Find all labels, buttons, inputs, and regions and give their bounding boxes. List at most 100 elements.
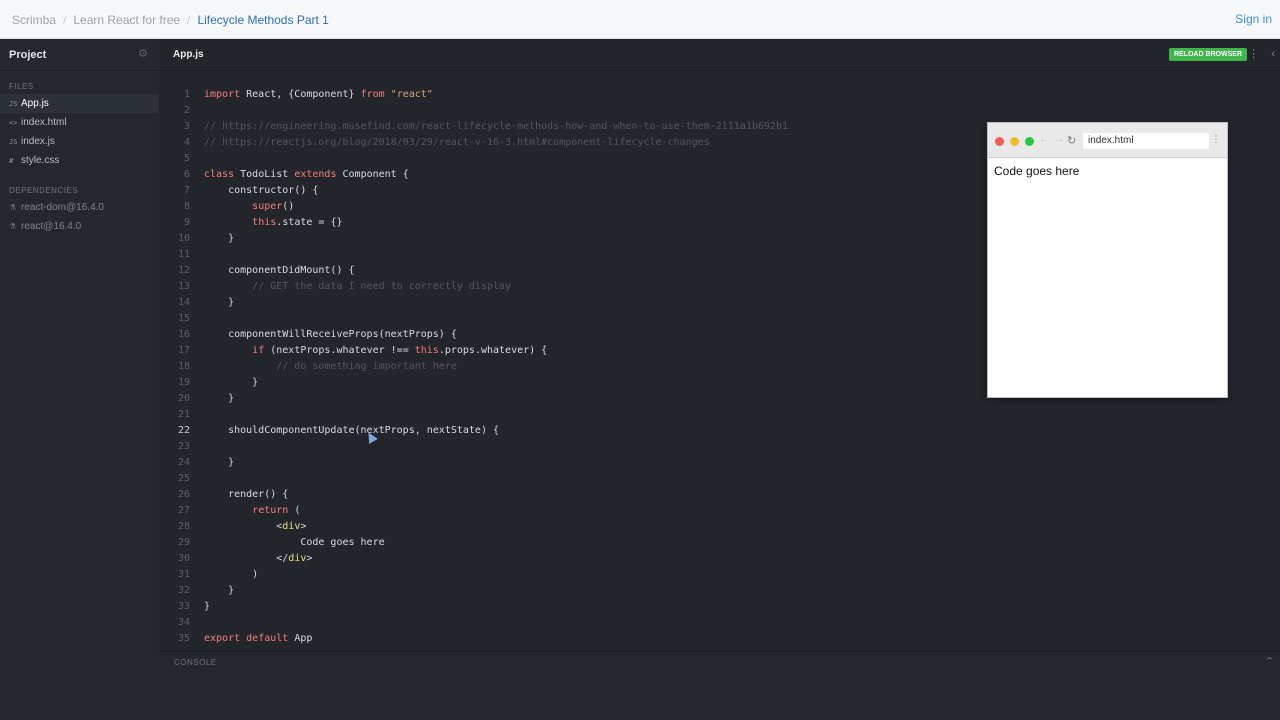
line-number: 22 bbox=[177, 425, 190, 436]
line-content: // https://reactjs.org/blog/2018/03/29/r… bbox=[204, 135, 710, 151]
code-token: > bbox=[306, 553, 313, 564]
code-token: } bbox=[204, 585, 235, 596]
code-line[interactable]: 22 shouldComponentUpdate(nextProps, next… bbox=[159, 423, 1280, 439]
code-line[interactable]: 24 } bbox=[159, 455, 1280, 471]
line-number: 33 bbox=[177, 601, 190, 612]
minimize-window-icon[interactable] bbox=[1010, 137, 1019, 146]
code-token: </ bbox=[204, 553, 289, 564]
code-line[interactable]: 32 } bbox=[159, 583, 1280, 599]
browser-toolbar: ← → ↻ index.html ⋮ bbox=[988, 123, 1227, 158]
code-line[interactable]: 35 export default App bbox=[159, 631, 1280, 647]
line-number: 9 bbox=[183, 217, 190, 228]
line-content: } bbox=[204, 599, 210, 615]
line-number: 27 bbox=[177, 505, 190, 516]
line-number: 35 bbox=[177, 633, 190, 644]
line-number: 8 bbox=[183, 201, 190, 212]
sign-in-link[interactable]: Sign in bbox=[1235, 0, 1272, 39]
line-number: 5 bbox=[183, 153, 190, 164]
code-token: div bbox=[288, 553, 307, 564]
file-item-index-js[interactable]: JS index.js bbox=[0, 132, 159, 151]
dependency-item-react-dom[interactable]: ⚗ react-dom@16.4.0 bbox=[0, 198, 159, 217]
line-number: 26 bbox=[177, 489, 190, 500]
code-line[interactable]: 33} bbox=[159, 599, 1280, 615]
close-window-icon[interactable] bbox=[995, 137, 1004, 146]
code-token: } bbox=[204, 297, 235, 308]
line-number: 29 bbox=[177, 537, 190, 548]
code-token: .props.whatever) { bbox=[438, 345, 548, 356]
code-token: // https://engineering.musefind.com/reac… bbox=[204, 121, 788, 132]
code-line[interactable]: 28 <div> bbox=[159, 519, 1280, 535]
code-line[interactable]: 29 Code goes here bbox=[159, 535, 1280, 551]
line-number: 25 bbox=[177, 473, 190, 484]
forward-arrow-icon[interactable]: → bbox=[1054, 134, 1064, 145]
code-line[interactable]: 30 </div> bbox=[159, 551, 1280, 567]
code-token: ( bbox=[288, 505, 301, 516]
line-number: 20 bbox=[177, 393, 190, 404]
css-file-icon: # bbox=[9, 156, 14, 165]
code-token: } bbox=[204, 377, 259, 388]
kebab-menu-icon[interactable]: ⋮ bbox=[1211, 134, 1221, 145]
code-token: export bbox=[204, 633, 241, 644]
code-line[interactable]: 31 ) bbox=[159, 567, 1280, 583]
url-field[interactable]: index.html bbox=[1083, 133, 1209, 149]
gear-icon[interactable]: ⚙ bbox=[137, 48, 149, 60]
line-number: 3 bbox=[183, 121, 190, 132]
line-content: componentDidMount() { bbox=[204, 263, 355, 279]
line-content: ) bbox=[204, 567, 258, 583]
line-content: // do something important here bbox=[204, 359, 457, 375]
code-token: < bbox=[204, 521, 283, 532]
code-line[interactable]: 27 return ( bbox=[159, 503, 1280, 519]
chevron-up-icon[interactable]: ⌃ bbox=[1265, 655, 1274, 668]
code-token: App bbox=[288, 633, 313, 644]
code-token: // https://reactjs.org/blog/2018/03/29/r… bbox=[204, 137, 710, 148]
code-line[interactable]: 2 bbox=[159, 103, 1280, 119]
line-number: 1 bbox=[183, 89, 190, 100]
code-line[interactable]: 1 import React, {Component} from "react" bbox=[159, 87, 1280, 103]
code-token: this bbox=[414, 345, 439, 356]
code-token: super bbox=[252, 201, 283, 212]
file-item-index-html[interactable]: <> index.html bbox=[0, 113, 159, 132]
file-item-label: style.css bbox=[21, 155, 60, 166]
line-number: 6 bbox=[183, 169, 190, 180]
console-label[interactable]: CONSOLE bbox=[174, 658, 217, 667]
file-item-label: index.html bbox=[21, 117, 67, 128]
code-line[interactable]: 34 bbox=[159, 615, 1280, 631]
maximize-window-icon[interactable] bbox=[1025, 137, 1034, 146]
tab-app-js[interactable]: App.js bbox=[173, 39, 204, 71]
code-token: Component { bbox=[336, 169, 409, 180]
breadcrumb-separator: / bbox=[187, 12, 191, 27]
breadcrumb-lesson[interactable]: Lifecycle Methods Part 1 bbox=[197, 13, 328, 27]
line-number: 24 bbox=[177, 457, 190, 468]
code-line[interactable]: 26 render() { bbox=[159, 487, 1280, 503]
reload-browser-button[interactable]: RELOAD BROWSER bbox=[1168, 48, 1247, 61]
breadcrumb-course[interactable]: Learn React for free bbox=[73, 13, 180, 27]
html-file-icon: <> bbox=[9, 118, 18, 127]
package-icon: ⚗ bbox=[9, 222, 17, 231]
back-arrow-icon[interactable]: ← bbox=[1039, 134, 1049, 145]
chevron-left-icon[interactable]: ‹ bbox=[1271, 46, 1275, 62]
file-item-app-js[interactable]: JS App.js bbox=[0, 94, 159, 113]
code-line[interactable]: 23 bbox=[159, 439, 1280, 455]
refresh-icon[interactable]: ↻ bbox=[1067, 134, 1076, 147]
file-item-style-css[interactable]: # style.css bbox=[0, 151, 159, 170]
code-token: TodoList bbox=[234, 169, 295, 180]
line-content: } bbox=[204, 375, 258, 391]
code-token: componentDidMount() { bbox=[204, 265, 355, 276]
code-token: constructor() { bbox=[204, 185, 319, 196]
kebab-menu-icon[interactable]: ⋮ bbox=[1248, 46, 1259, 62]
line-content: </div> bbox=[204, 551, 312, 567]
code-token: div bbox=[282, 521, 301, 532]
line-content: // https://engineering.musefind.com/reac… bbox=[204, 119, 788, 135]
breadcrumb: Scrimba / Learn React for free / Lifecyc… bbox=[12, 0, 329, 39]
breadcrumb-scrimba[interactable]: Scrimba bbox=[12, 13, 56, 27]
code-token: this bbox=[252, 217, 277, 228]
dependency-item-react[interactable]: ⚗ react@16.4.0 bbox=[0, 217, 159, 236]
code-line[interactable]: 25 bbox=[159, 471, 1280, 487]
line-content: // GET the data I need to correctly disp… bbox=[204, 279, 511, 295]
line-content: constructor() { bbox=[204, 183, 318, 199]
code-line[interactable]: 21 bbox=[159, 407, 1280, 423]
line-content: } bbox=[204, 391, 234, 407]
